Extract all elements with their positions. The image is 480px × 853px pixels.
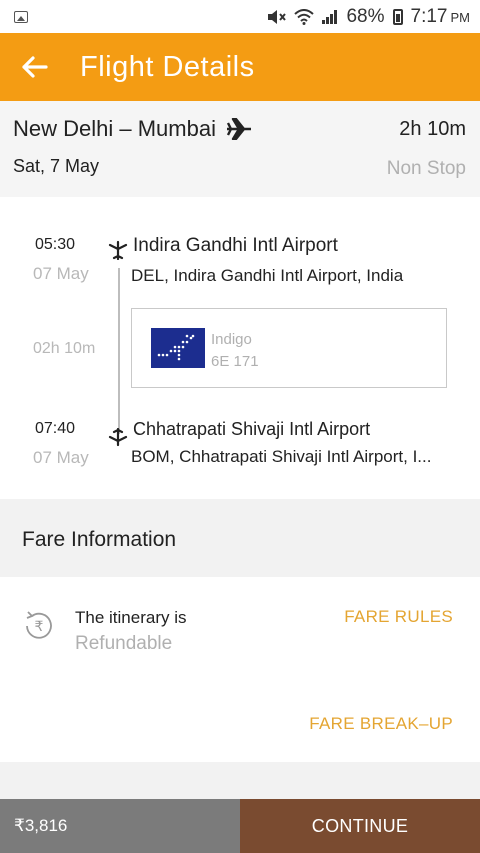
stops-info: Non Stop — [386, 158, 466, 179]
bottom-bar: ₹3,816 CONTINUE — [0, 799, 480, 853]
status-bar: 68% 7:17 PM — [0, 0, 480, 33]
app-bar: Flight Details — [0, 33, 480, 101]
battery-icon — [392, 8, 403, 25]
status-icons: 68% 7:17 PM — [266, 6, 470, 28]
itinerary-text: The itinerary is — [75, 608, 187, 627]
svg-text:₹: ₹ — [35, 619, 44, 635]
airline-name: Indigo — [211, 331, 252, 348]
route-cities: New Delhi – Mumbai — [13, 116, 252, 142]
departure-date: 07 May — [33, 264, 89, 283]
signal-icon — [322, 9, 338, 24]
airline-logo — [151, 328, 205, 368]
arrival-airport-detail: BOM, Chhatrapati Shivaji Intl Airport, I… — [131, 447, 432, 466]
arrow-left-icon — [22, 56, 48, 78]
arrival-airport: Chhatrapati Shivaji Intl Airport — [133, 419, 371, 439]
departure-airport-detail: DEL, Indira Gandhi Intl Airport, India — [131, 266, 404, 285]
wifi-icon — [294, 8, 315, 25]
departure-airport: Indira Gandhi Intl Airport — [133, 235, 338, 256]
total-price: ₹3,816 — [0, 799, 240, 853]
fare-information-title: Fare Information — [22, 528, 177, 551]
route-summary: New Delhi – Mumbai 2h 10m Sat, 7 May Non… — [0, 101, 480, 197]
flight-number: 6E 171 — [211, 353, 259, 370]
arrival-time: 07:40 — [35, 420, 76, 437]
arrival-plane-icon — [108, 428, 128, 447]
fare-rules-link[interactable]: FARE RULES — [344, 607, 453, 627]
fare-information-section: Fare Information — [0, 499, 480, 577]
refund-status: Refundable — [75, 633, 173, 654]
airplane-icon — [226, 118, 251, 140]
travel-date: Sat, 7 May — [13, 156, 100, 176]
fare-breakup-link[interactable]: FARE BREAK–UP — [309, 714, 453, 734]
departure-time: 05:30 — [35, 236, 76, 253]
airline-card: Indigo 6E 171 — [131, 308, 447, 388]
mute-icon — [268, 9, 287, 24]
indigo-logo-icon — [157, 334, 195, 361]
back-button[interactable] — [18, 51, 50, 83]
refund-rupee-icon: ₹ — [26, 611, 52, 639]
continue-button[interactable]: CONTINUE — [240, 799, 480, 853]
fare-card — [0, 577, 480, 762]
battery-percent: 68% — [346, 5, 385, 27]
total-duration: 2h 10m — [399, 118, 466, 140]
departure-plane-icon — [108, 240, 128, 260]
arrival-date: 07 May — [33, 448, 89, 467]
timeline-line — [118, 268, 120, 434]
flight-duration: 02h 10m — [33, 340, 96, 357]
page-title: Flight Details — [80, 50, 255, 83]
clock: 7:17 PM — [410, 5, 470, 27]
gallery-notification-icon — [14, 10, 28, 23]
